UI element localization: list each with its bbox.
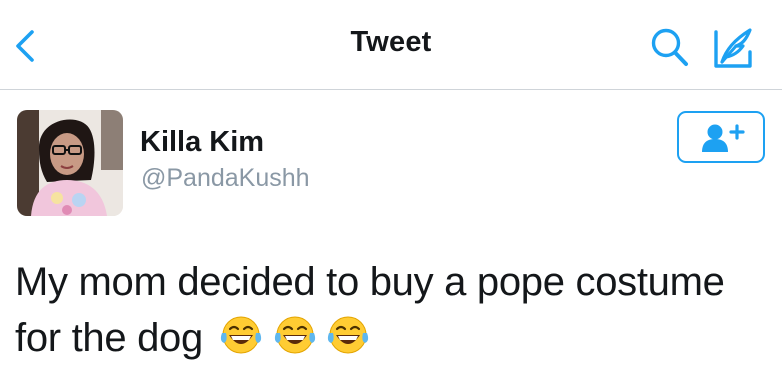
tears-of-joy-emoji-icon bbox=[328, 316, 369, 354]
search-icon bbox=[651, 28, 688, 66]
compose-quill-icon bbox=[714, 28, 752, 68]
tweet-text: My mom decided to buy a pope costume for… bbox=[15, 254, 765, 372]
tweet-detail-screen: Tweet Killa Kim @PandaKushh My mom decid… bbox=[0, 0, 782, 380]
follow-button[interactable] bbox=[677, 111, 765, 163]
tweet-text-line-2-words: for the dog bbox=[15, 316, 203, 360]
add-user-icon bbox=[702, 124, 745, 152]
author-name[interactable]: Killa Kim bbox=[140, 126, 264, 159]
avatar-photo bbox=[17, 110, 123, 216]
emoji-group bbox=[218, 313, 369, 372]
tweet-text-line-1: My mom decided to buy a pope costume bbox=[15, 260, 725, 304]
tears-of-joy-emoji-icon bbox=[220, 316, 261, 354]
author-handle[interactable]: @PandaKushh bbox=[141, 164, 310, 193]
tears-of-joy-emoji-icon bbox=[274, 316, 315, 354]
compose-tweet-button[interactable] bbox=[712, 22, 764, 74]
author-avatar[interactable] bbox=[17, 110, 123, 216]
top-navigation-bar: Tweet bbox=[0, 0, 782, 90]
search-button[interactable] bbox=[646, 24, 694, 72]
tweet-text-line-2: for the dog bbox=[15, 310, 765, 372]
